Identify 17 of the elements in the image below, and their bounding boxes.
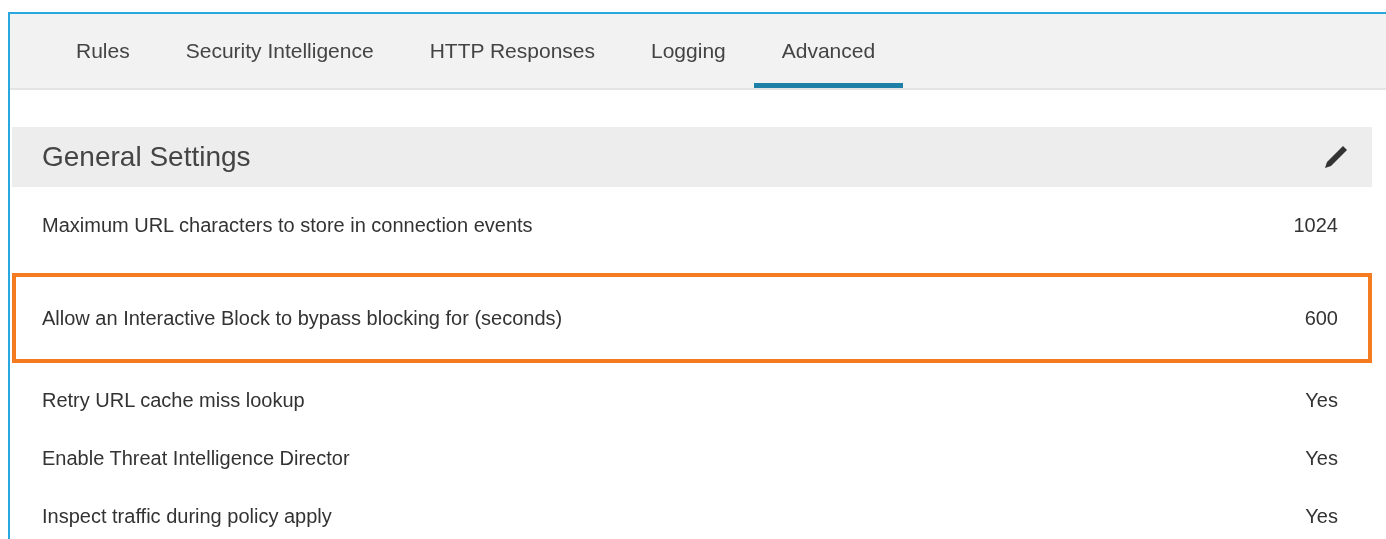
edit-icon[interactable] [1322, 143, 1350, 171]
setting-value: Yes [1305, 388, 1338, 412]
tab[interactable]: Advanced [753, 14, 904, 88]
setting-value: Yes [1305, 504, 1338, 528]
setting-value: 600 [1304, 306, 1338, 330]
section-title: General Settings [42, 141, 251, 173]
setting-label: Inspect traffic during policy apply [42, 504, 333, 529]
setting-value: Yes [1305, 446, 1338, 470]
setting-label: Allow an Interactive Block to bypass blocking for (seconds) [42, 306, 564, 331]
tab[interactable]: Security Intelligence [157, 14, 402, 88]
tab[interactable]: HTTP Responses [401, 14, 623, 88]
tab[interactable]: Rules [48, 14, 158, 88]
tab[interactable]: Logging [623, 14, 754, 88]
setting-value: 1024 [1293, 213, 1338, 237]
setting-label: Maximum URL characters to store in connection events [42, 213, 534, 238]
setting-label: Enable Threat Intelligence Director [42, 446, 351, 471]
setting-label: Retry URL cache miss lookup [42, 388, 306, 413]
